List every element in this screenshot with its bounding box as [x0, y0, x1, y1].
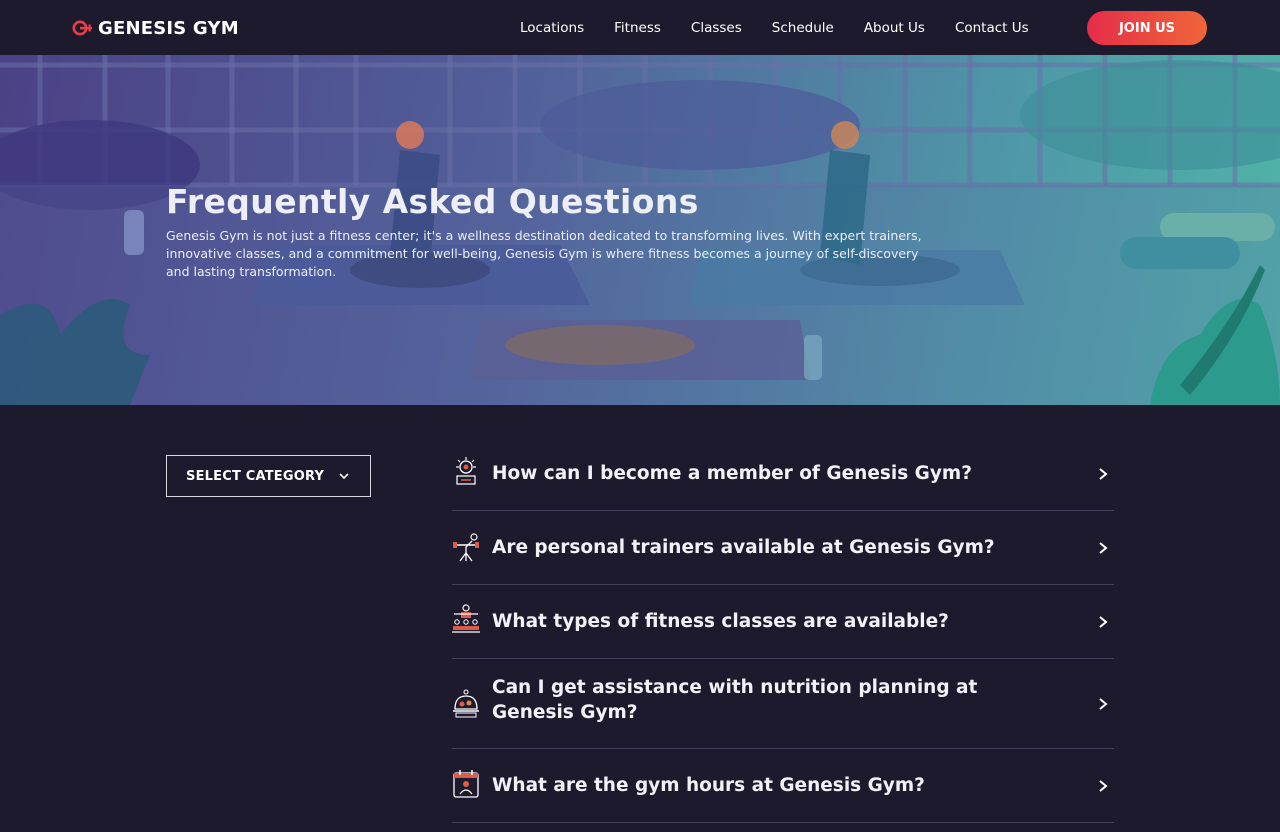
faq-item[interactable]: Are personal trainers available at Genes…: [452, 511, 1114, 585]
chevron-down-icon: [339, 473, 349, 480]
faq-item[interactable]: What are the gym hours at Genesis Gym?: [452, 749, 1114, 823]
brand-name: GENESIS GYM: [98, 17, 239, 39]
brand-logo[interactable]: GENESIS GYM: [72, 17, 239, 39]
nav-link-locations[interactable]: Locations: [520, 20, 584, 36]
nav-link-schedule[interactable]: Schedule: [772, 20, 834, 36]
faq-list: How can I become a member of Genesis Gym…: [452, 437, 1114, 823]
chevron-right-icon: [1099, 780, 1108, 792]
faq-item[interactable]: What types of fitness classes are availa…: [452, 585, 1114, 659]
select-category-label: SELECT CATEGORY: [186, 468, 325, 484]
top-navigation: GENESIS GYM Locations Fitness Classes Sc…: [0, 0, 1280, 55]
nav-link-contact-us[interactable]: Contact Us: [955, 20, 1029, 36]
faq-question: Are personal trainers available at Genes…: [492, 537, 995, 558]
hero-description: Genesis Gym is not just a fitness center…: [166, 228, 922, 279]
nav-links: Locations Fitness Classes Schedule About…: [505, 0, 1044, 55]
faq-item[interactable]: How can I become a member of Genesis Gym…: [452, 437, 1114, 511]
chevron-right-icon: [1099, 616, 1108, 628]
chevron-right-icon: [1099, 468, 1108, 480]
join-us-button[interactable]: JOIN US: [1087, 11, 1207, 45]
nav-link-about-us[interactable]: About Us: [864, 20, 925, 36]
select-category-dropdown[interactable]: SELECT CATEGORY: [166, 455, 371, 497]
faq-question: Can I get assistance with nutrition plan…: [492, 677, 978, 723]
page-title: Frequently Asked Questions: [166, 182, 699, 221]
classes-icon: [452, 604, 480, 633]
nutrition-icon: [453, 689, 479, 718]
faq-question: How can I become a member of Genesis Gym…: [492, 463, 972, 484]
genesis-logo-icon: [72, 20, 92, 36]
chevron-right-icon: [1099, 698, 1108, 710]
nav-link-fitness[interactable]: Fitness: [614, 20, 661, 36]
chevron-right-icon: [1099, 542, 1108, 554]
faq-question: What types of fitness classes are availa…: [492, 611, 949, 632]
calendar-icon: [453, 770, 479, 798]
faq-item[interactable]: Can I get assistance with nutrition plan…: [452, 659, 1114, 749]
trainer-icon: [453, 533, 479, 562]
membership-icon: [456, 457, 476, 485]
faq-question: What are the gym hours at Genesis Gym?: [492, 775, 925, 796]
nav-link-classes[interactable]: Classes: [691, 20, 742, 36]
hero-banner: Frequently Asked Questions Genesis Gym i…: [0, 55, 1280, 405]
